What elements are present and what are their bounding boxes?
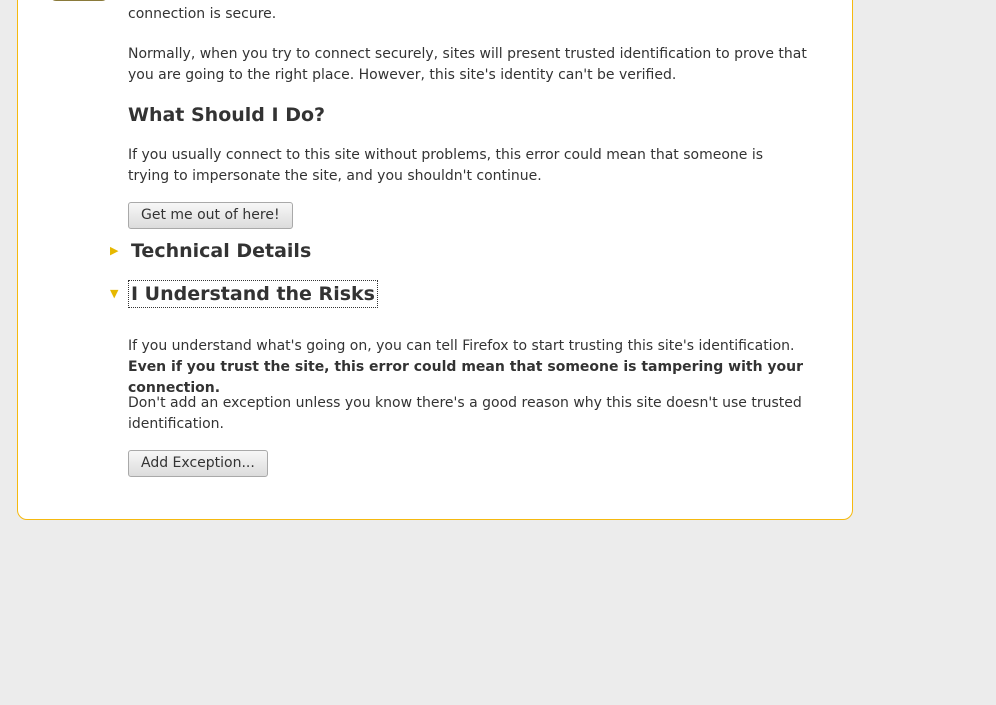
intro-text: You have asked Firefox to connect secure… bbox=[128, 0, 759, 22]
usually-text: If you usually connect to this site with… bbox=[128, 147, 764, 184]
normally-text: Normally, when you try to connect secure… bbox=[128, 46, 807, 83]
technical-details-expander[interactable]: ▶ Technical Details bbox=[110, 237, 314, 265]
understand-text: If you understand what's going on, you c… bbox=[128, 336, 818, 399]
technical-details-label: Technical Details bbox=[131, 240, 312, 262]
understand-risks-label: I Understand the Risks bbox=[128, 280, 378, 308]
expanded-triangle-icon: ▼ bbox=[110, 287, 119, 300]
get-me-out-button[interactable]: Get me out of here! bbox=[128, 202, 293, 229]
error-page-container: You have asked Firefox to connect secure… bbox=[17, 0, 853, 520]
dont-add-exception-text: Don't add an exception unless you know t… bbox=[128, 395, 802, 432]
what-should-i-do-heading: What Should I Do? bbox=[128, 104, 326, 126]
understand-text-bold: Even if you trust the site, this error c… bbox=[128, 359, 804, 396]
collapsed-triangle-icon: ▶ bbox=[110, 244, 119, 257]
add-exception-button[interactable]: Add Exception... bbox=[128, 450, 268, 477]
understand-text-plain: If you understand what's going on, you c… bbox=[128, 338, 795, 354]
warning-icon bbox=[50, 0, 108, 1]
understand-risks-expander[interactable]: ▼ I Understand the Risks bbox=[110, 280, 378, 308]
